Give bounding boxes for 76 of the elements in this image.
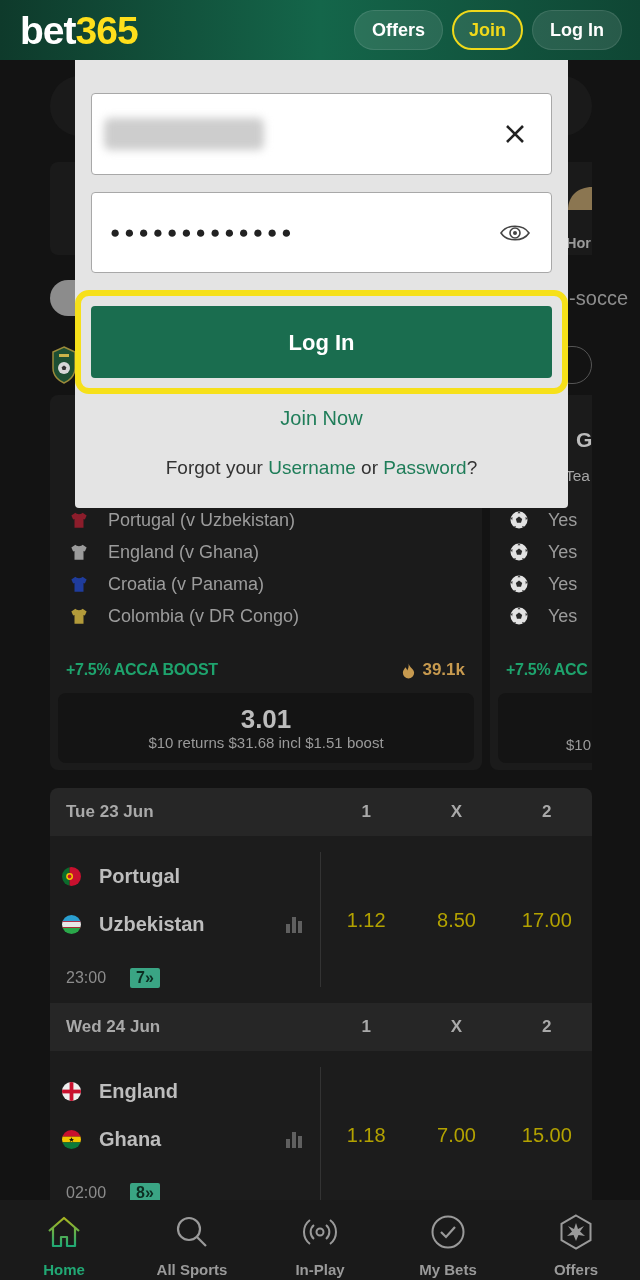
- selection-label: Portugal (v Uzbekistan): [108, 508, 296, 532]
- soccer-ball-icon: [510, 575, 528, 593]
- flag-icon: [62, 914, 81, 934]
- odds-column-label: 2: [542, 1016, 552, 1039]
- odds-value[interactable]: 1.18: [346, 1119, 386, 1150]
- star-hexagon-icon: [558, 1214, 594, 1250]
- shield-icon: [52, 346, 76, 384]
- selection-label: England (v Ghana): [108, 540, 260, 564]
- header-button[interactable]: Join: [452, 10, 523, 50]
- username-field[interactable]: [91, 93, 552, 175]
- home-icon: [46, 1214, 82, 1250]
- match-date: Wed 24 Jun: [66, 1017, 161, 1037]
- eye-icon[interactable]: [500, 222, 530, 243]
- total-odds: 3.01: [240, 704, 292, 734]
- acca-boost-label: +7.5% ACC: [506, 660, 588, 680]
- nav-tab[interactable]: Home: [0, 1200, 128, 1280]
- flag-icon: [62, 1129, 81, 1149]
- team-name: Portugal: [99, 864, 181, 889]
- soccer-ball-icon: [510, 511, 528, 529]
- odds-column-label: 2: [542, 801, 552, 824]
- selection-label: Yes: [548, 604, 578, 628]
- login-button[interactable]: Log In: [91, 306, 552, 378]
- kickoff-time: 02:00: [66, 1183, 107, 1200]
- returns-text: $10: [566, 736, 592, 754]
- team-name: Uzbekistan: [99, 912, 205, 937]
- odds-panel[interactable]: 3.01 $10 returns $31.68 incl $1.51 boost: [58, 693, 474, 763]
- flag-icon: [62, 866, 81, 886]
- forgot-credentials-text: Forgot your Username or Password?: [165, 456, 478, 480]
- sport-icon: [566, 184, 592, 212]
- match-row[interactable]: Portugal Uzbekistan 23:00 7» 1.12 8.50 17.00: [50, 836, 592, 1003]
- nav-tab[interactable]: All Sports: [128, 1200, 256, 1280]
- odds-value[interactable]: 15.00: [521, 1119, 572, 1150]
- password-field[interactable]: ●●●●●●●●●●●●●: [91, 192, 552, 273]
- odds-value[interactable]: 8.50: [437, 904, 476, 935]
- nav-tab[interactable]: Offers: [512, 1200, 640, 1280]
- odds-column-label: X: [450, 1016, 463, 1039]
- soccer-ball-icon: [510, 607, 528, 625]
- join-now-link[interactable]: Join Now: [280, 404, 363, 432]
- chip-label[interactable]: -socce: [569, 283, 628, 313]
- markets-count-tag[interactable]: 7»: [130, 968, 160, 988]
- odds-value[interactable]: 7.00: [437, 1119, 476, 1150]
- odds-column-label: 1: [361, 1016, 371, 1039]
- match-row[interactable]: England Ghana 02:00 8» 1.18 7.00 15.00: [50, 1051, 592, 1200]
- odds-column-label: 1: [361, 801, 371, 824]
- header-button[interactable]: Offers: [354, 10, 443, 50]
- card-title: G: [576, 427, 592, 453]
- flag-icon: [62, 1081, 81, 1101]
- team-name: Ghana: [99, 1127, 162, 1152]
- account-recovery-link[interactable]: Password: [383, 457, 467, 478]
- match-date: Tue 23 Jun: [66, 802, 154, 822]
- odds-value[interactable]: 1.12: [346, 904, 386, 935]
- odds-value[interactable]: 17.00: [521, 904, 572, 935]
- kickoff-time: 23:00: [66, 968, 107, 988]
- logo[interactable]: bet365: [20, 10, 138, 50]
- soccer-ball-icon: [510, 543, 528, 561]
- card-subtitle: Tea: [565, 466, 590, 486]
- popularity-count: 39.1k: [422, 659, 465, 682]
- check-circle-icon: [430, 1214, 466, 1250]
- selection-label: Yes: [548, 540, 578, 564]
- header-button[interactable]: Log In: [532, 10, 622, 50]
- nav-tab[interactable]: In-Play: [256, 1200, 384, 1280]
- nav-tab[interactable]: My Bets: [384, 1200, 512, 1280]
- account-recovery-link[interactable]: Username: [268, 457, 356, 478]
- bar-chart-icon[interactable]: [285, 915, 303, 933]
- odds-column-label: X: [450, 801, 463, 824]
- selection-label: Yes: [548, 508, 578, 532]
- odds-panel[interactable]: $10: [498, 693, 592, 763]
- returns-text: $10 returns $31.68 incl $1.51 boost: [148, 734, 384, 752]
- selection-label: Yes: [548, 572, 578, 596]
- selection-label: Croatia (v Panama): [108, 572, 265, 596]
- selection-label: Colombia (v DR Congo): [108, 604, 300, 628]
- acca-boost-label: +7.5% ACCA BOOST: [66, 660, 218, 680]
- markets-count-tag[interactable]: 8»: [130, 1183, 160, 1200]
- bar-chart-icon[interactable]: [285, 1130, 303, 1148]
- team-name: England: [99, 1079, 178, 1104]
- clear-icon[interactable]: [505, 124, 525, 144]
